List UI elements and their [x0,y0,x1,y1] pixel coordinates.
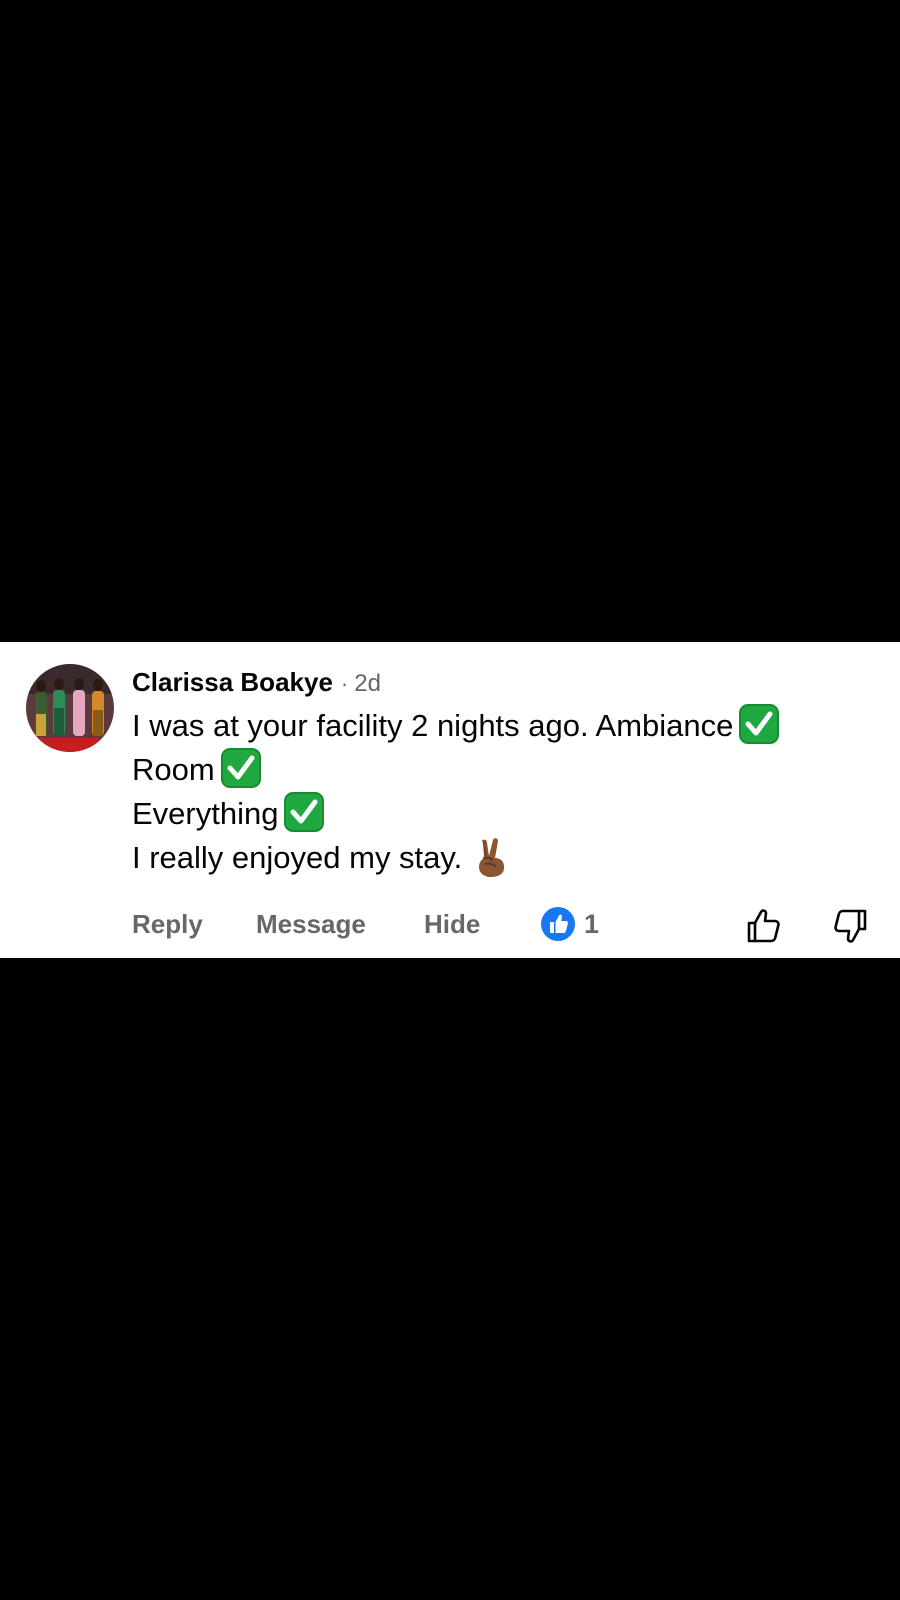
comment-card: Clarissa Boakye · 2d I was at your facilit… [0,642,900,958]
reply-button[interactable]: Reply [132,904,203,944]
comment-line-2: Room [132,748,872,792]
comment-line-1: I was at your facility 2 nights ago. Amb… [132,704,872,748]
check-mark-icon [284,792,325,832]
avatar-image [26,664,114,752]
meta-separator: · [340,671,349,696]
victory-hand-icon [479,838,505,877]
reaction-count: 1 [584,909,600,939]
comment-text: I was at your facility 2 nights ago. Amb… [132,704,872,880]
comment-line-4: I really enjoyed my stay. [132,836,872,880]
comment-header: Clarissa Boakye · 2d [132,664,381,700]
comment-line-3: Everything [132,792,872,836]
thumbs-up-outline-icon[interactable] [744,906,784,946]
thumbs-down-outline-icon[interactable] [830,906,870,946]
check-mark-icon [739,704,780,744]
comment-line-4-text: I really enjoyed my stay. [132,840,463,875]
like-badge-icon [541,907,575,941]
comment-line-1-text: I was at your facility 2 nights ago. Amb… [132,708,734,743]
message-button[interactable]: Message [256,904,366,944]
author-name[interactable]: Clarissa Boakye [132,667,333,697]
avatar[interactable] [26,664,114,752]
comment-line-2-text: Room [132,752,215,787]
check-mark-icon [220,748,261,788]
timestamp[interactable]: 2d [354,670,381,697]
hide-button[interactable]: Hide [424,904,480,944]
comment-line-3-text: Everything [132,796,279,831]
